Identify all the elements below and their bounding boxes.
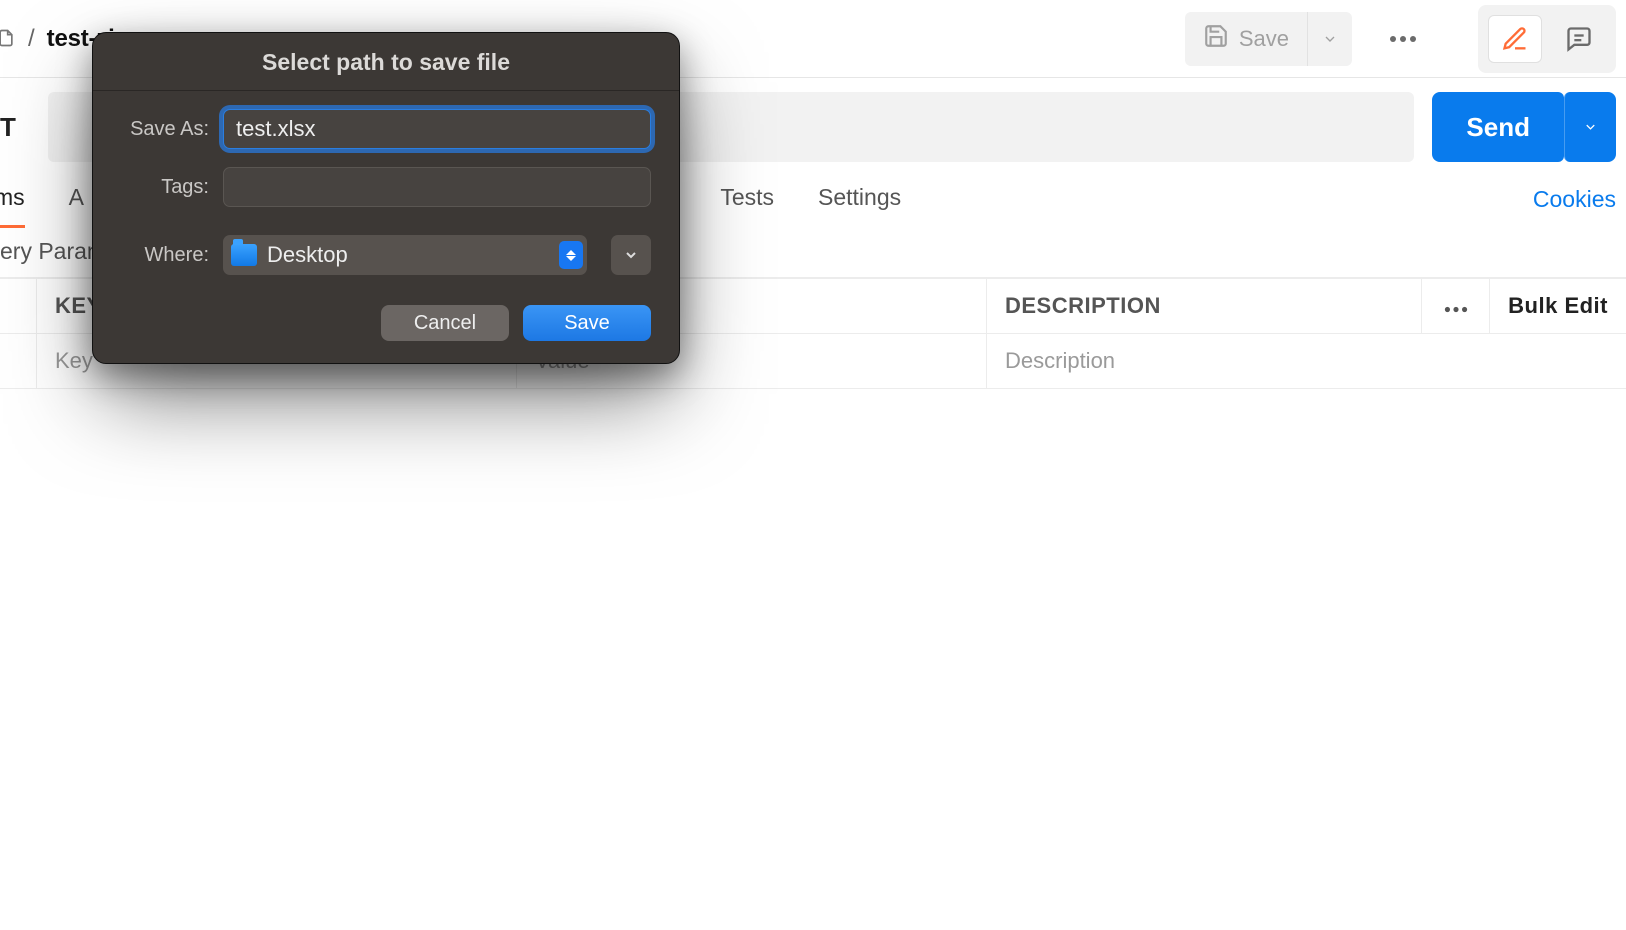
tab-params[interactable]: ms: [0, 184, 25, 228]
save-file-dialog: Select path to save file Save As: Tags: …: [92, 32, 680, 364]
pencil-icon: [1501, 25, 1529, 53]
chevron-down-icon: [1322, 31, 1338, 47]
expand-dialog-button[interactable]: [611, 235, 651, 275]
file-icon: [0, 27, 16, 51]
col-actions[interactable]: [1422, 279, 1490, 334]
send-dropdown-button[interactable]: [1564, 92, 1616, 162]
tab-tests[interactable]: Tests: [720, 184, 774, 228]
cookies-link[interactable]: Cookies: [1533, 186, 1616, 227]
where-select[interactable]: Desktop: [223, 235, 587, 275]
edit-button[interactable]: [1488, 15, 1542, 63]
topbar-right-actions: [1478, 5, 1616, 73]
more-options-button[interactable]: [1376, 12, 1430, 66]
bulk-edit-button[interactable]: Bulk Edit: [1490, 279, 1626, 334]
col-description: DESCRIPTION: [987, 279, 1422, 334]
send-button[interactable]: Send: [1432, 92, 1564, 162]
breadcrumb-separator: /: [28, 25, 35, 53]
http-method[interactable]: T: [0, 92, 30, 162]
save-button-label: Save: [1239, 26, 1289, 52]
chevron-down-icon: [1583, 119, 1598, 135]
save-as-input[interactable]: [223, 109, 651, 149]
tags-input[interactable]: [223, 167, 651, 207]
save-button[interactable]: Save: [1185, 12, 1307, 66]
send-button-group: Send: [1432, 92, 1616, 162]
tab-authorization[interactable]: A: [69, 184, 84, 228]
dialog-save-button[interactable]: Save: [523, 305, 651, 341]
comment-icon: [1565, 25, 1593, 53]
dialog-title: Select path to save file: [93, 33, 679, 91]
chevron-down-icon: [623, 247, 639, 263]
save-icon: [1203, 23, 1229, 55]
tags-label: Tags:: [121, 176, 209, 199]
ellipsis-icon: [1389, 35, 1417, 43]
cell-description[interactable]: Description: [987, 334, 1626, 389]
where-value: Desktop: [267, 242, 549, 268]
save-as-label: Save As:: [121, 118, 209, 141]
folder-icon: [231, 244, 257, 266]
comments-button[interactable]: [1552, 15, 1606, 63]
stepper-icon: [559, 241, 583, 269]
ellipsis-icon: [1444, 306, 1468, 313]
save-button-group: Save: [1185, 12, 1352, 66]
save-dropdown-button[interactable]: [1308, 12, 1352, 66]
cancel-button[interactable]: Cancel: [381, 305, 509, 341]
where-label: Where:: [121, 244, 209, 267]
tab-settings[interactable]: Settings: [818, 184, 901, 228]
